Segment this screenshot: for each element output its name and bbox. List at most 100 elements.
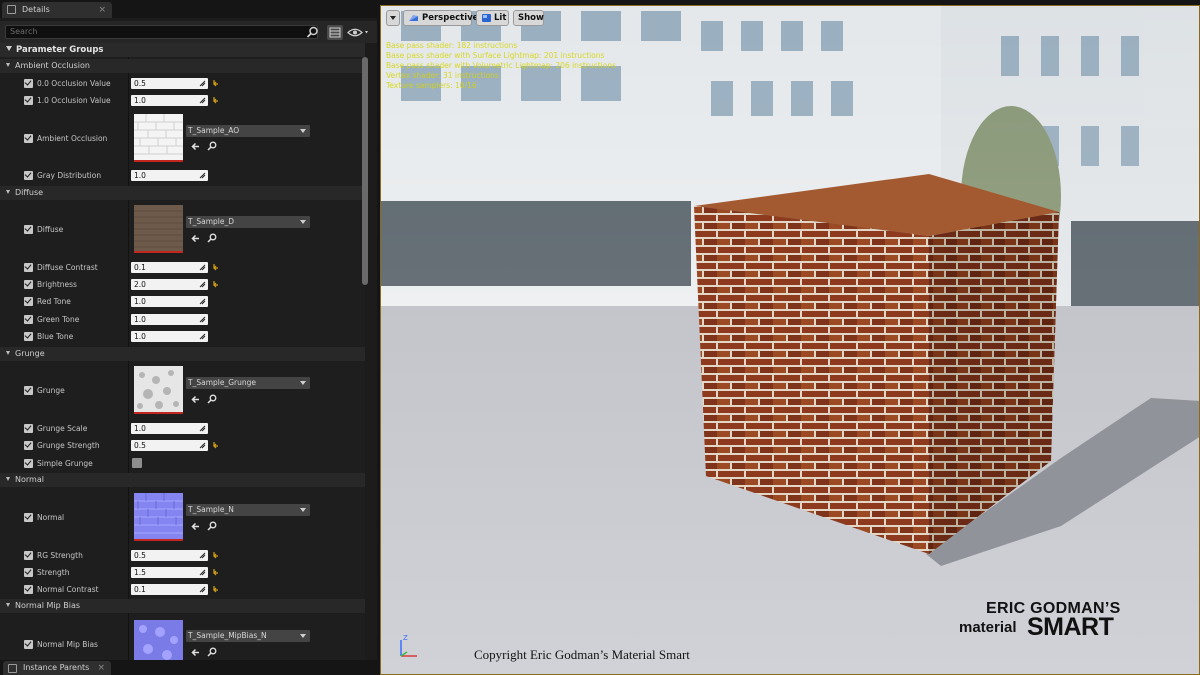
override-checkbox[interactable] [24,315,33,324]
drag-handle-icon[interactable] [199,442,206,449]
view-options-eye-icon[interactable] [347,26,371,39]
override-checkbox[interactable] [24,424,33,433]
texture-asset-dropdown[interactable]: T_Sample_MipBias_N [186,630,310,642]
perspective-button[interactable]: Perspective [403,10,478,26]
override-checkbox[interactable] [24,96,33,105]
override-checkbox[interactable] [24,280,33,289]
drag-handle-icon[interactable] [199,172,206,179]
override-checkbox[interactable] [24,134,33,143]
texture-asset-dropdown[interactable]: T_Sample_Grunge [186,377,310,389]
browse-search-icon[interactable] [207,647,217,657]
category-ambient-occlusion[interactable]: Ambient Occlusion [0,59,365,73]
use-selected-arrow-icon[interactable] [191,234,200,243]
value-field[interactable]: 0.1 [131,584,208,595]
drag-handle-icon[interactable] [199,552,206,559]
value-field[interactable]: 0.1 [131,262,208,273]
brick-diffuse-texture-image [134,205,183,253]
details-scrollbar[interactable] [362,57,368,285]
close-icon[interactable]: × [97,661,105,675]
use-selected-arrow-icon[interactable] [191,522,200,531]
category-normal[interactable]: Normal [0,473,365,487]
override-checkbox[interactable] [24,386,33,395]
drag-handle-icon[interactable] [199,569,206,576]
drag-handle-icon[interactable] [199,586,206,593]
texture-border [134,160,183,162]
texture-thumbnail-normal[interactable] [134,493,183,541]
value-field[interactable]: 1.0 [131,314,208,325]
override-checkbox[interactable] [24,225,33,234]
override-checkbox[interactable] [24,332,33,341]
texture-thumbnail-diffuse[interactable] [134,205,183,253]
chevron-down-icon [300,508,306,512]
reset-to-default-icon[interactable] [212,263,220,271]
drag-handle-icon[interactable] [199,333,206,340]
use-selected-arrow-icon[interactable] [191,648,200,657]
drag-handle-icon[interactable] [199,281,206,288]
category-diffuse[interactable]: Diffuse [0,186,365,200]
override-checkbox[interactable] [24,459,33,468]
texture-asset-dropdown[interactable]: T_Sample_N [186,504,310,516]
category-normal-mip-bias[interactable]: Normal Mip Bias [0,599,365,613]
tab-details[interactable]: Details × [2,2,112,18]
drag-handle-icon[interactable] [199,298,206,305]
browse-search-icon[interactable] [207,233,217,243]
use-selected-arrow-icon[interactable] [191,142,200,151]
value-field[interactable]: 1.0 [131,95,208,106]
param-label: Normal [37,513,65,522]
drag-handle-icon[interactable] [199,425,206,432]
value-field[interactable]: 0.5 [131,550,208,561]
reset-to-default-icon[interactable] [212,551,220,559]
override-checkbox[interactable] [24,551,33,560]
lit-view-mode-button[interactable]: Lit [476,10,509,26]
use-selected-arrow-icon[interactable] [191,395,200,404]
texture-thumbnail-grunge[interactable] [134,366,183,414]
override-checkbox[interactable] [24,79,33,88]
texture-asset-dropdown[interactable]: T_Sample_D [186,216,310,228]
reset-to-default-icon[interactable] [212,441,220,449]
reset-to-default-icon[interactable] [212,280,220,288]
material-preview-viewport[interactable]: Perspective Lit Show Base pass shader: 1… [380,5,1200,675]
texture-asset-dropdown[interactable]: T_Sample_AO [186,125,310,137]
browse-search-icon[interactable] [207,141,217,151]
value-field[interactable]: 1.5 [131,567,208,578]
texture-thumbnail-mip-bias[interactable] [134,620,183,660]
value-field[interactable]: 0.5 [131,78,208,89]
drag-handle-icon[interactable] [199,316,206,323]
simple-grunge-toggle[interactable] [132,458,142,468]
override-checkbox[interactable] [24,263,33,272]
browse-search-icon[interactable] [207,394,217,404]
override-checkbox[interactable] [24,513,33,522]
drag-handle-icon[interactable] [199,80,206,87]
value-field[interactable]: 1.0 [131,170,208,181]
override-checkbox[interactable] [24,171,33,180]
value-field[interactable]: 0.5 [131,440,208,451]
reset-to-default-icon[interactable] [212,79,220,87]
value-field[interactable]: 1.0 [131,331,208,342]
browse-search-icon[interactable] [207,521,217,531]
viewport-options-menu[interactable] [386,10,400,26]
property-matrix-button[interactable] [327,25,343,40]
search-input[interactable]: Search [5,25,318,39]
show-flags-button[interactable]: Show [513,10,544,26]
override-checkbox[interactable] [24,441,33,450]
value-field[interactable]: 1.0 [131,296,208,307]
chevron-down-icon [300,220,306,224]
override-checkbox[interactable] [24,585,33,594]
texture-thumbnail-ao[interactable] [134,114,183,162]
reset-to-default-icon[interactable] [212,96,220,104]
details-tab-icon [7,5,16,14]
close-icon[interactable]: × [98,2,106,18]
value-field[interactable]: 1.0 [131,423,208,434]
tab-instance-parents[interactable]: Instance Parents × [3,661,111,675]
reset-to-default-icon[interactable] [212,568,220,576]
override-checkbox[interactable] [24,297,33,306]
drag-handle-icon[interactable] [199,264,206,271]
reset-to-default-icon[interactable] [212,585,220,593]
override-checkbox[interactable] [24,640,33,649]
value-field[interactable]: 2.0 [131,279,208,290]
override-checkbox[interactable] [24,568,33,577]
parameter-groups-header[interactable]: Parameter Groups [0,43,365,57]
category-grunge[interactable]: Grunge [0,347,365,361]
drag-handle-icon[interactable] [199,97,206,104]
search-icon[interactable] [306,26,319,39]
